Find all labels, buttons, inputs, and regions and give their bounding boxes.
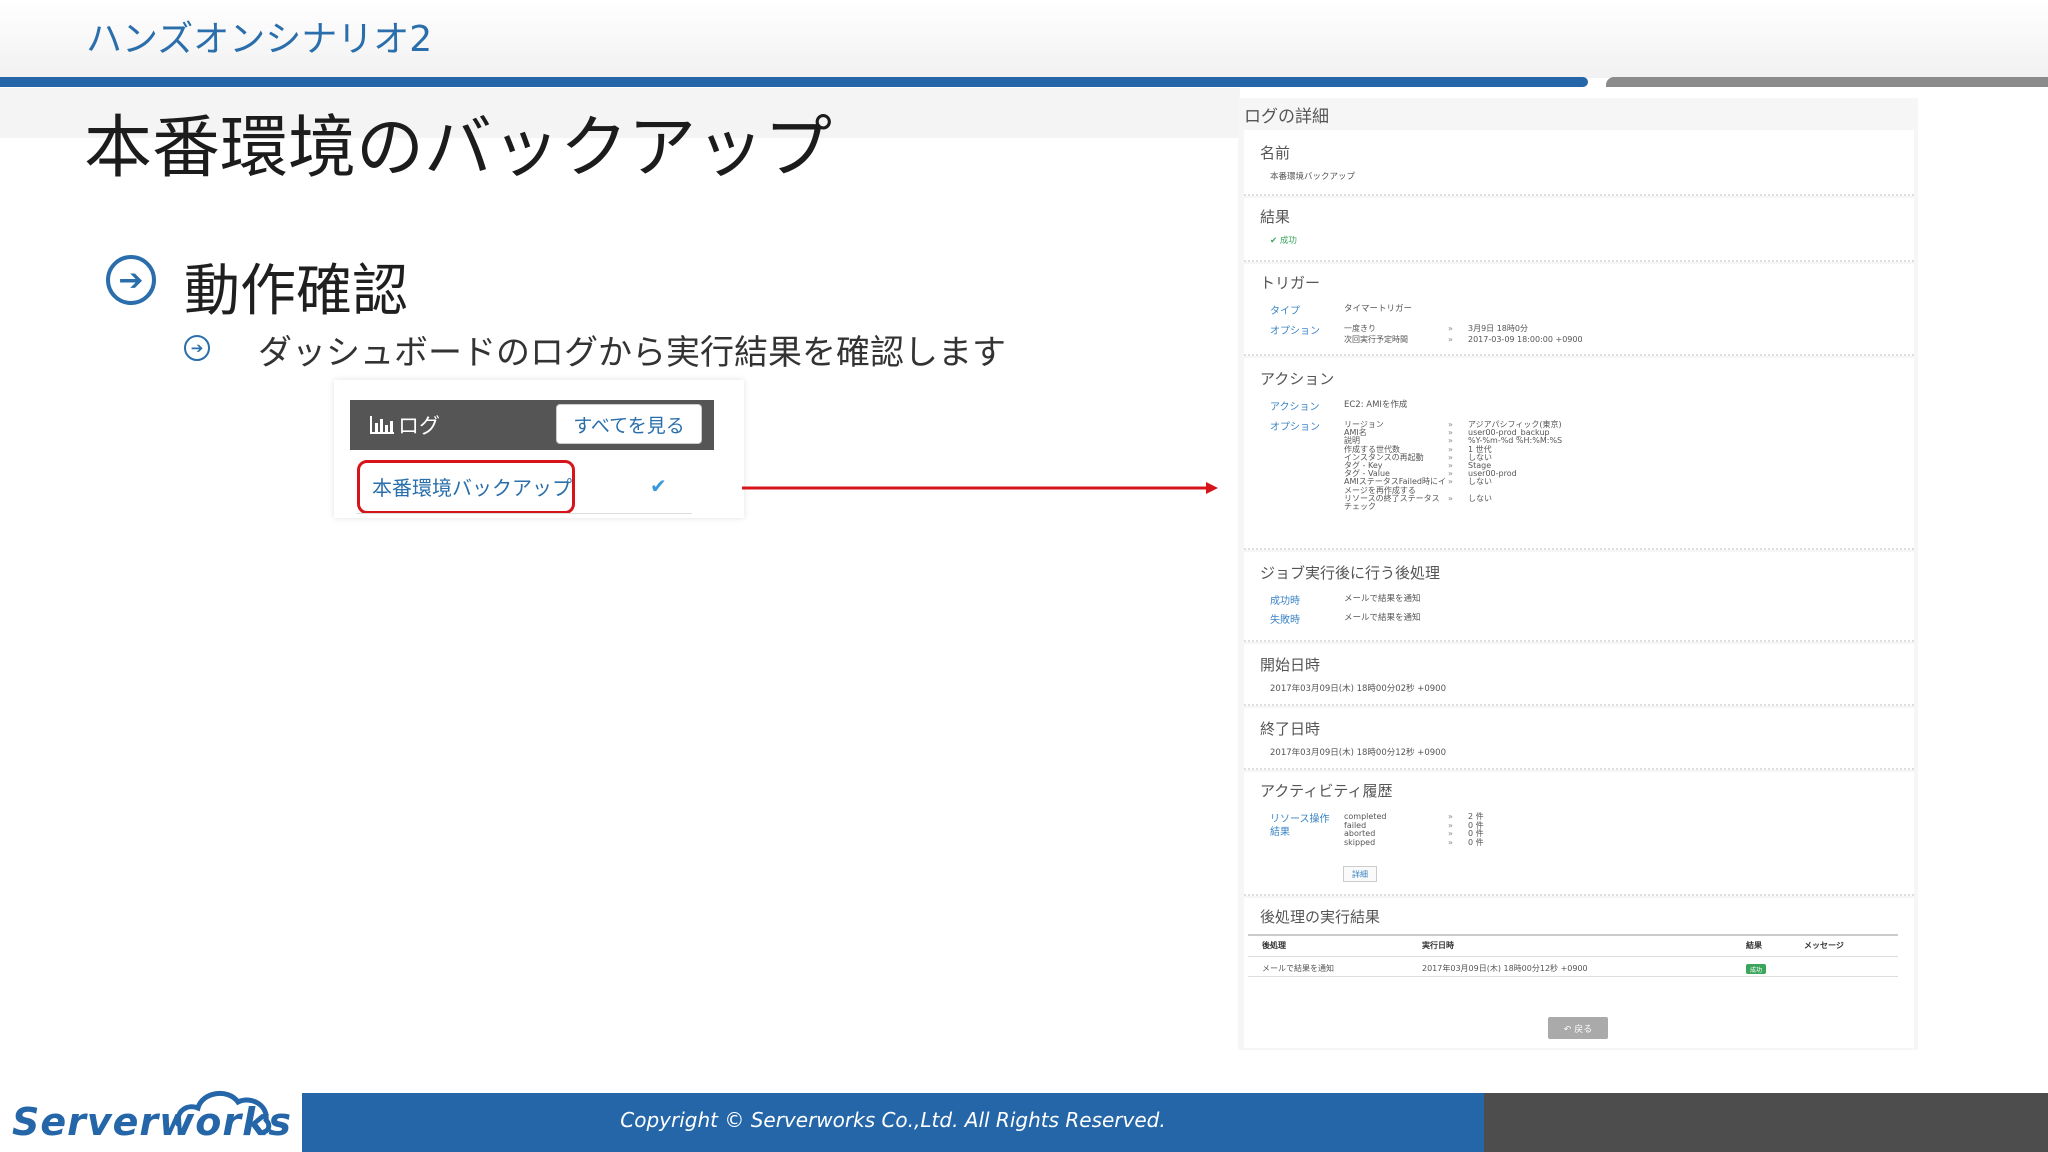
slide-title: 本番環境のバックアップ bbox=[84, 109, 833, 188]
action-label: アクション bbox=[1270, 402, 1320, 413]
copyright-text: Copyright © Serverworks Co.,Ltd. All Rig… bbox=[620, 1108, 1166, 1132]
section-trigger: トリガー タイプ タイマートリガー オプション 一度きり 次回実行予定時間 » … bbox=[1244, 264, 1914, 356]
log-detail-title: ログの詳細 bbox=[1244, 107, 1329, 127]
bar-chart-icon bbox=[370, 416, 394, 434]
see-all-button[interactable]: すべてを見る bbox=[556, 404, 702, 444]
checkmark-icon: ✔ bbox=[650, 474, 667, 498]
table-header: 後処理 bbox=[1262, 941, 1286, 950]
name-value: 本番環境バックアップ bbox=[1270, 172, 1356, 182]
option-value: しない bbox=[1468, 477, 1492, 487]
detail-button[interactable]: 詳細 bbox=[1343, 866, 1377, 882]
trigger-option-label: オプション bbox=[1270, 326, 1320, 337]
option-row: 一度きり bbox=[1344, 324, 1376, 333]
option-value: 2017-03-09 18:00:00 +0900 bbox=[1468, 335, 1583, 344]
option-value: しない bbox=[1468, 493, 1492, 503]
section-heading: 開始日時 bbox=[1260, 656, 1321, 674]
trigger-type-value: タイマートリガー bbox=[1344, 304, 1413, 314]
activity-label: 結果 bbox=[1270, 827, 1290, 838]
bullet-heading: 動作確認 bbox=[184, 259, 408, 324]
activity-value: 0 件 bbox=[1468, 837, 1484, 847]
circle-arrow-right-icon: ➔ bbox=[106, 255, 156, 305]
cloud-logo-icon bbox=[175, 1091, 272, 1134]
log-widget-title: ログ bbox=[398, 414, 440, 438]
footer-bar-dark bbox=[1484, 1093, 2048, 1152]
separator: » bbox=[1448, 335, 1453, 344]
deck-title: ハンズオンシナリオ2 bbox=[86, 19, 433, 60]
option-value: 3月9日 18時0分 bbox=[1468, 324, 1528, 333]
table-cell: 2017年03月09日(木) 18時00分12秒 +0900 bbox=[1422, 964, 1588, 973]
section-heading: トリガー bbox=[1260, 274, 1321, 292]
section-heading: ジョブ実行後に行う後処理 bbox=[1260, 564, 1441, 582]
status-badge: 成功 bbox=[1746, 964, 1766, 974]
table-cell: メールで結果を通知 bbox=[1262, 964, 1334, 973]
table-divider bbox=[1248, 956, 1898, 957]
post-fail-label: 失敗時 bbox=[1270, 615, 1300, 626]
section-heading: 結果 bbox=[1260, 208, 1291, 226]
section-start-time: 開始日時 2017年03月09日(木) 18時00分02秒 +0900 bbox=[1244, 644, 1914, 706]
action-option-label: オプション bbox=[1270, 422, 1320, 433]
section-heading: 終了日時 bbox=[1260, 720, 1321, 738]
divider bbox=[356, 513, 692, 514]
option-row: チェック bbox=[1344, 502, 1376, 511]
log-item-link[interactable]: 本番環境バックアップ bbox=[372, 472, 572, 501]
section-heading: 名前 bbox=[1260, 144, 1291, 162]
back-button[interactable]: ↶ 戻る bbox=[1548, 1017, 1608, 1039]
section-action: アクション アクション EC2: AMIを作成 オプション リージョン» アジアパ… bbox=[1244, 358, 1914, 550]
table-header: 結果 bbox=[1746, 941, 1762, 950]
separator: » bbox=[1448, 837, 1453, 847]
header-bar-gray bbox=[1606, 77, 2048, 87]
section-name: 名前 本番環境バックアップ bbox=[1244, 130, 1914, 196]
result-value: ✔ 成功 bbox=[1270, 236, 1297, 246]
separator: » bbox=[1448, 324, 1453, 333]
option-row: 次回実行予定時間 bbox=[1344, 335, 1408, 344]
end-time-value: 2017年03月09日(木) 18時00分12秒 +0900 bbox=[1270, 748, 1447, 758]
trigger-type-label: タイプ bbox=[1270, 306, 1300, 317]
section-heading: アクティビティ履歴 bbox=[1260, 782, 1393, 800]
post-success-value: メールで結果を通知 bbox=[1344, 594, 1421, 604]
start-time-value: 2017年03月09日(木) 18時00分02秒 +0900 bbox=[1270, 684, 1447, 694]
circle-arrow-right-icon: ➔ bbox=[184, 335, 210, 361]
table-header: メッセージ bbox=[1804, 941, 1844, 950]
section-end-time: 終了日時 2017年03月09日(木) 18時00分12秒 +0900 bbox=[1244, 708, 1914, 770]
post-fail-value: メールで結果を通知 bbox=[1344, 613, 1421, 623]
section-post-process: ジョブ実行後に行う後処理 成功時 メールで結果を通知 失敗時 メールで結果を通知 bbox=[1244, 552, 1914, 642]
section-result: 結果 ✔ 成功 bbox=[1244, 198, 1914, 262]
table-divider bbox=[1248, 934, 1898, 936]
section-heading: アクション bbox=[1260, 370, 1335, 388]
bullet-subtext: ダッシュボードのログから実行結果を確認します bbox=[258, 333, 1006, 373]
post-success-label: 成功時 bbox=[1270, 596, 1300, 607]
separator: » bbox=[1448, 493, 1453, 503]
table-divider bbox=[1248, 976, 1898, 977]
section-heading: 後処理の実行結果 bbox=[1260, 908, 1381, 926]
separator: » bbox=[1448, 477, 1453, 487]
arrow-right-icon bbox=[742, 482, 1218, 494]
table-header: 実行日時 bbox=[1422, 941, 1454, 950]
header-bar-blue bbox=[0, 77, 1588, 87]
activity-row: skipped bbox=[1344, 837, 1376, 847]
action-value: EC2: AMIを作成 bbox=[1344, 400, 1408, 410]
